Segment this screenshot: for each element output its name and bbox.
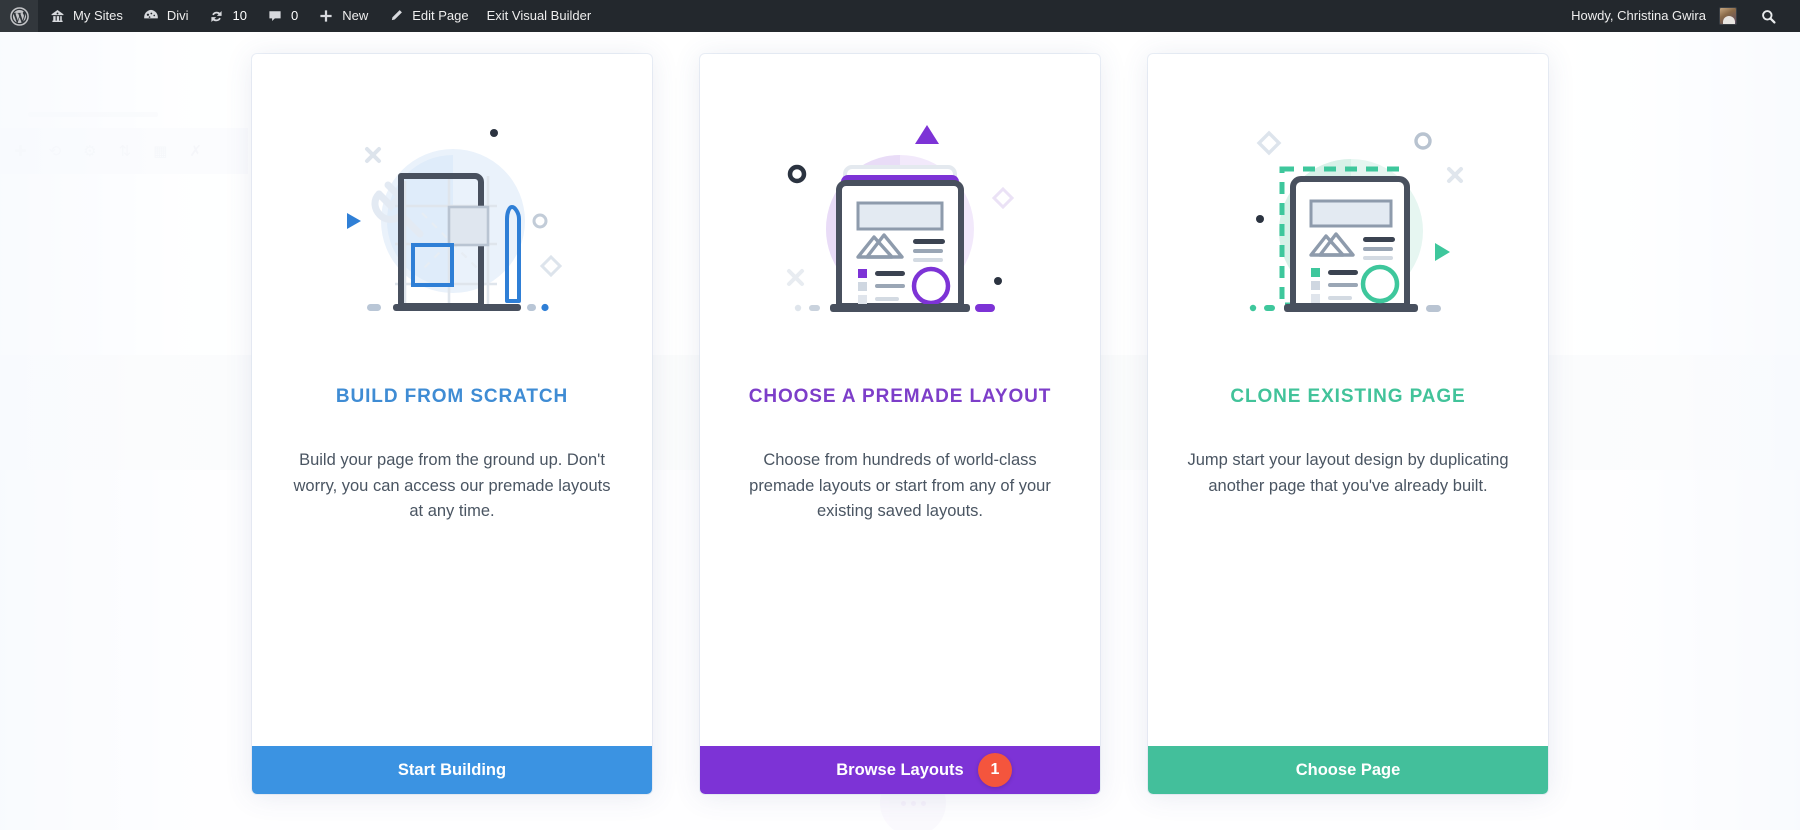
comments-count: 0: [290, 8, 299, 23]
card-build-from-scratch[interactable]: BUILD FROM SCRATCH Build your page from …: [252, 54, 652, 794]
wp-admin-bar: My Sites Divi 10 0 New Edit Page Exit Vi…: [0, 0, 1800, 32]
card-clone-existing-page[interactable]: CLONE EXISTING PAGE Jump start your layo…: [1148, 54, 1548, 794]
edit-page-label: Edit Page: [412, 8, 469, 23]
new-content-menu[interactable]: New: [307, 0, 377, 32]
page-root: ✚ ⟲ ⚙ ⇅ ▦ ✗: [0, 0, 1800, 830]
comments-menu[interactable]: 0: [256, 0, 307, 32]
card-title: BUILD FROM SCRATCH: [335, 386, 569, 407]
search-icon: [1758, 6, 1778, 26]
updates-icon: [207, 6, 227, 26]
divi-menu[interactable]: Divi: [132, 0, 198, 32]
clone-page-illustration: [1182, 76, 1514, 376]
comment-icon: [265, 6, 285, 26]
sites-icon: [47, 6, 67, 26]
my-sites-label: My Sites: [73, 8, 123, 23]
choose-page-button[interactable]: Choose Page: [1148, 746, 1548, 794]
card-description: Jump start your layout design by duplica…: [1187, 451, 1509, 495]
button-label: Choose Page: [1295, 760, 1401, 779]
pencil-icon: [386, 6, 406, 26]
browse-layouts-button[interactable]: Browse Layouts 1: [700, 746, 1100, 794]
new-page-modal-overlay: BUILD FROM SCRATCH Build your page from …: [0, 32, 1800, 830]
divi-icon: [141, 6, 161, 26]
avatar: [1719, 7, 1737, 25]
howdy-label: Howdy, Christina Gwira: [1571, 8, 1706, 23]
card-title: CHOOSE A PREMADE LAYOUT: [748, 386, 1052, 407]
exit-visual-builder-label: Exit Visual Builder: [486, 8, 592, 23]
card-description: Choose from hundreds of world-class prem…: [749, 451, 1051, 521]
my-account-menu[interactable]: Howdy, Christina Gwira: [1562, 0, 1746, 32]
status-badge: 1: [978, 753, 1012, 787]
start-building-button[interactable]: Start Building: [252, 746, 652, 794]
wordpress-icon: [9, 6, 29, 26]
exit-visual-builder-menu[interactable]: Exit Visual Builder: [478, 0, 601, 32]
button-label: Browse Layouts: [836, 760, 964, 779]
card-body: CLONE EXISTING PAGE Jump start your layo…: [1148, 54, 1548, 746]
admin-bar-left-group: My Sites Divi 10 0 New Edit Page Exit Vi…: [0, 0, 600, 32]
plus-icon: [316, 6, 336, 26]
card-body: BUILD FROM SCRATCH Build your page from …: [252, 54, 652, 746]
edit-page-menu[interactable]: Edit Page: [377, 0, 477, 32]
new-label: New: [342, 8, 369, 23]
wireframe-grid-illustration: [286, 76, 618, 376]
search-button[interactable]: [1746, 0, 1790, 32]
card-body: CHOOSE A PREMADE LAYOUT Choose from hund…: [700, 54, 1100, 746]
page-creation-options: BUILD FROM SCRATCH Build your page from …: [252, 54, 1548, 794]
updates-menu[interactable]: 10: [198, 0, 256, 32]
my-sites-menu[interactable]: My Sites: [38, 0, 132, 32]
card-choose-premade-layout[interactable]: CHOOSE A PREMADE LAYOUT Choose from hund…: [700, 54, 1100, 794]
wp-logo-menu[interactable]: [0, 0, 38, 32]
card-title: CLONE EXISTING PAGE: [1230, 386, 1466, 407]
divi-label: Divi: [166, 8, 189, 23]
updates-count: 10: [232, 8, 247, 23]
card-description: Build your page from the ground up. Don'…: [293, 451, 611, 521]
button-label: Start Building: [397, 760, 507, 779]
admin-bar-right-group: Howdy, Christina Gwira: [1562, 0, 1800, 32]
premade-layout-illustration: [734, 76, 1066, 376]
